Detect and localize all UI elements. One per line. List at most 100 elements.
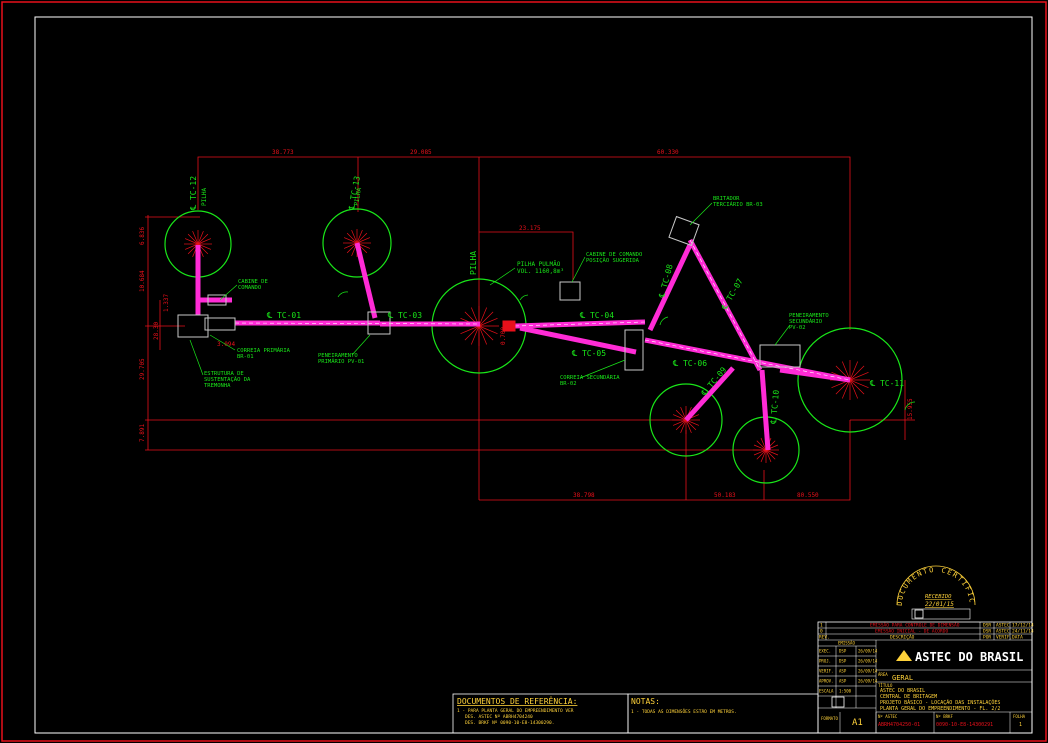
dim-left-2: 10.684 <box>139 270 146 292</box>
dim-left-3: 1.337 <box>163 294 170 312</box>
sig-2-date: 26/09/14 <box>858 669 878 674</box>
sheet-value: 1 <box>1019 722 1022 728</box>
sig-2-role: VERIF. <box>819 669 833 674</box>
sig-1-name: DSP <box>839 659 847 664</box>
dim-left-6: 28.30 <box>153 322 160 340</box>
astec-logo-icon <box>896 650 912 661</box>
label-peneira-sec-2: SECUNDÁRIO <box>789 318 822 325</box>
sig-3-date: 26/09/14 <box>858 679 878 684</box>
rev-0-chk: ASTEC <box>996 623 1010 629</box>
stockpile-ray <box>685 419 697 431</box>
rev-0-num: 1 <box>820 623 823 629</box>
stockpile-ray <box>197 233 209 245</box>
rev-1-chk: ASTEC <box>996 629 1010 635</box>
stockpile-ray <box>356 232 368 244</box>
notes-title: NOTAS: <box>631 697 660 706</box>
leader-pulmao <box>489 267 516 286</box>
stockpile-ray <box>464 325 480 341</box>
stockpile-ray <box>675 419 687 431</box>
dim-top-3: 60.330 <box>657 149 679 156</box>
stockpiles <box>164 208 903 484</box>
area-value: GERAL <box>892 674 913 682</box>
rev-2-desc: DESCRIÇÃO <box>890 634 915 641</box>
arc-tc09 <box>659 316 669 326</box>
label-estrutura-2: SUSTENTAÇÃO DA <box>204 376 251 383</box>
leader-britador <box>689 202 713 226</box>
certification-stamp: DOCUMENTO CERTIFICADO RECEBIDO 22/01/15 <box>0 0 976 620</box>
label-corr-sec-1: CORREIA SECUNDÁRIA <box>560 374 620 381</box>
title-block: 1 EMISSÃO PARA CONTROLE DE DIMENSÃO DSR … <box>817 622 1034 734</box>
leader-lines <box>189 202 916 411</box>
dim-top-2: 29.085 <box>410 149 432 156</box>
label-britador-2: TERCIÁRIO BR-03 <box>713 201 763 208</box>
rev-2-by: POR <box>983 635 991 641</box>
sig-2-name: ASP <box>839 669 847 674</box>
revision-texts: 1 EMISSÃO PARA CONTROLE DE DIMENSÃO DSR … <box>819 622 1034 641</box>
stockpile-ray <box>849 379 865 395</box>
sig-header: EMISSÃO <box>838 641 855 646</box>
label-tc05: ℄ TC-05 <box>571 349 606 358</box>
label-tc07: ℄ TC-07 <box>719 277 744 312</box>
rev-1-date: 24/11/14 <box>1012 629 1034 635</box>
rev-1-desc: EMISSÃO INICIAL - DE ACORDO <box>875 628 948 635</box>
dim-bottom-1: 38.798 <box>573 492 595 499</box>
top-dimension-line <box>197 156 851 330</box>
sig-0-name: DSP <box>839 649 847 654</box>
stamp-logo-box <box>911 608 971 620</box>
dim-left-1: 6.836 <box>139 227 146 245</box>
stamp-date: 22/01/15 <box>925 601 954 608</box>
label-pulmao-vol: VOL. 1160,8m³ <box>517 268 564 275</box>
label-cabine-2: COMANDO <box>238 285 261 291</box>
leader-peneira-pri <box>351 334 371 356</box>
rev-1-by: DSR <box>983 629 991 635</box>
conveyor-tc08 <box>647 243 693 332</box>
company-logo-icon <box>831 696 845 708</box>
label-peneira-sec-3: PV-02 <box>789 325 806 331</box>
label-tc12: ℄ TC-12 <box>189 176 198 211</box>
label-tc04: ℄ TC-04 <box>579 311 614 320</box>
sig-4-name: 1:500 <box>839 689 852 694</box>
rev-2-chk: VERIF. <box>996 635 1012 641</box>
sig-1-date: 26/09/14 <box>858 659 878 664</box>
references-line-3: DES. BRKF Nº 0090-10-E8-14300290. <box>465 720 554 726</box>
equipment <box>177 215 801 371</box>
conveyor-tc13 <box>354 242 378 319</box>
dim-left-4: 29.705 <box>139 358 146 380</box>
dim-top-1: 38.773 <box>272 149 294 156</box>
label-tc03: ℄ TC-03 <box>387 311 422 320</box>
dim-right-1: 15.955 <box>907 398 914 420</box>
desc-line-3: PROJETO BÁSICO - LOCAÇÃO DAS INSTALAÇÕES <box>880 699 1000 706</box>
sheet-label: FOLHA <box>1013 714 1026 719</box>
arc-center <box>519 294 529 301</box>
label-corr-pri-1: CORREIA PRIMÁRIA <box>237 347 291 354</box>
rev-0-date: 17/12/14 <box>1012 623 1034 629</box>
stamp-logo-icon <box>914 609 924 619</box>
client-num-value: 0090-10-E8-14300291 <box>936 722 993 728</box>
brand-name: ASTEC DO BRASIL <box>915 650 1023 664</box>
leader-estrutura <box>189 339 204 376</box>
stockpile-ray <box>478 311 494 327</box>
stockpile-ray <box>187 233 199 245</box>
stockpile-ray <box>478 325 494 341</box>
references-line-1: 1 - PARA PLANTA GERAL DO EMPREENDIMENTO … <box>457 708 574 714</box>
signature-texts: EMISSÃO EXEC. DSP 26/09/14 PROJ. DSP 26/… <box>819 641 878 694</box>
stockpile-ray <box>756 440 767 451</box>
client-num-label: Nº BRKF <box>936 714 953 719</box>
stockpile-ray <box>849 365 865 381</box>
references-line-2: DES. ASTEC Nº ABRH4704240 <box>465 714 533 720</box>
label-tc11: ℄ TC-11 <box>869 379 904 388</box>
cabin-suggested <box>559 281 581 301</box>
references-title: DOCUMENTOS DE REFERÊNCIA: <box>457 695 577 706</box>
arc-tc01 <box>337 291 349 298</box>
num-label: Nº ASTEC <box>878 714 898 719</box>
rev-0-by: DSR <box>983 623 991 629</box>
conveyor-tc10 <box>759 369 771 451</box>
sig-0-role: EXEC. <box>819 649 831 654</box>
conveyor-tc09 <box>684 366 735 422</box>
notes-line-1: 1 - TODAS AS DIMENSÕES ESTÃO EM METROS. <box>631 708 737 715</box>
sig-1-role: PROJ. <box>819 659 831 664</box>
dim-tc04: 23.175 <box>519 225 541 232</box>
area-label: ÁREA <box>878 672 888 677</box>
sig-3-name: ASP <box>839 679 847 684</box>
dim-left-5: 7.891 <box>139 424 146 442</box>
